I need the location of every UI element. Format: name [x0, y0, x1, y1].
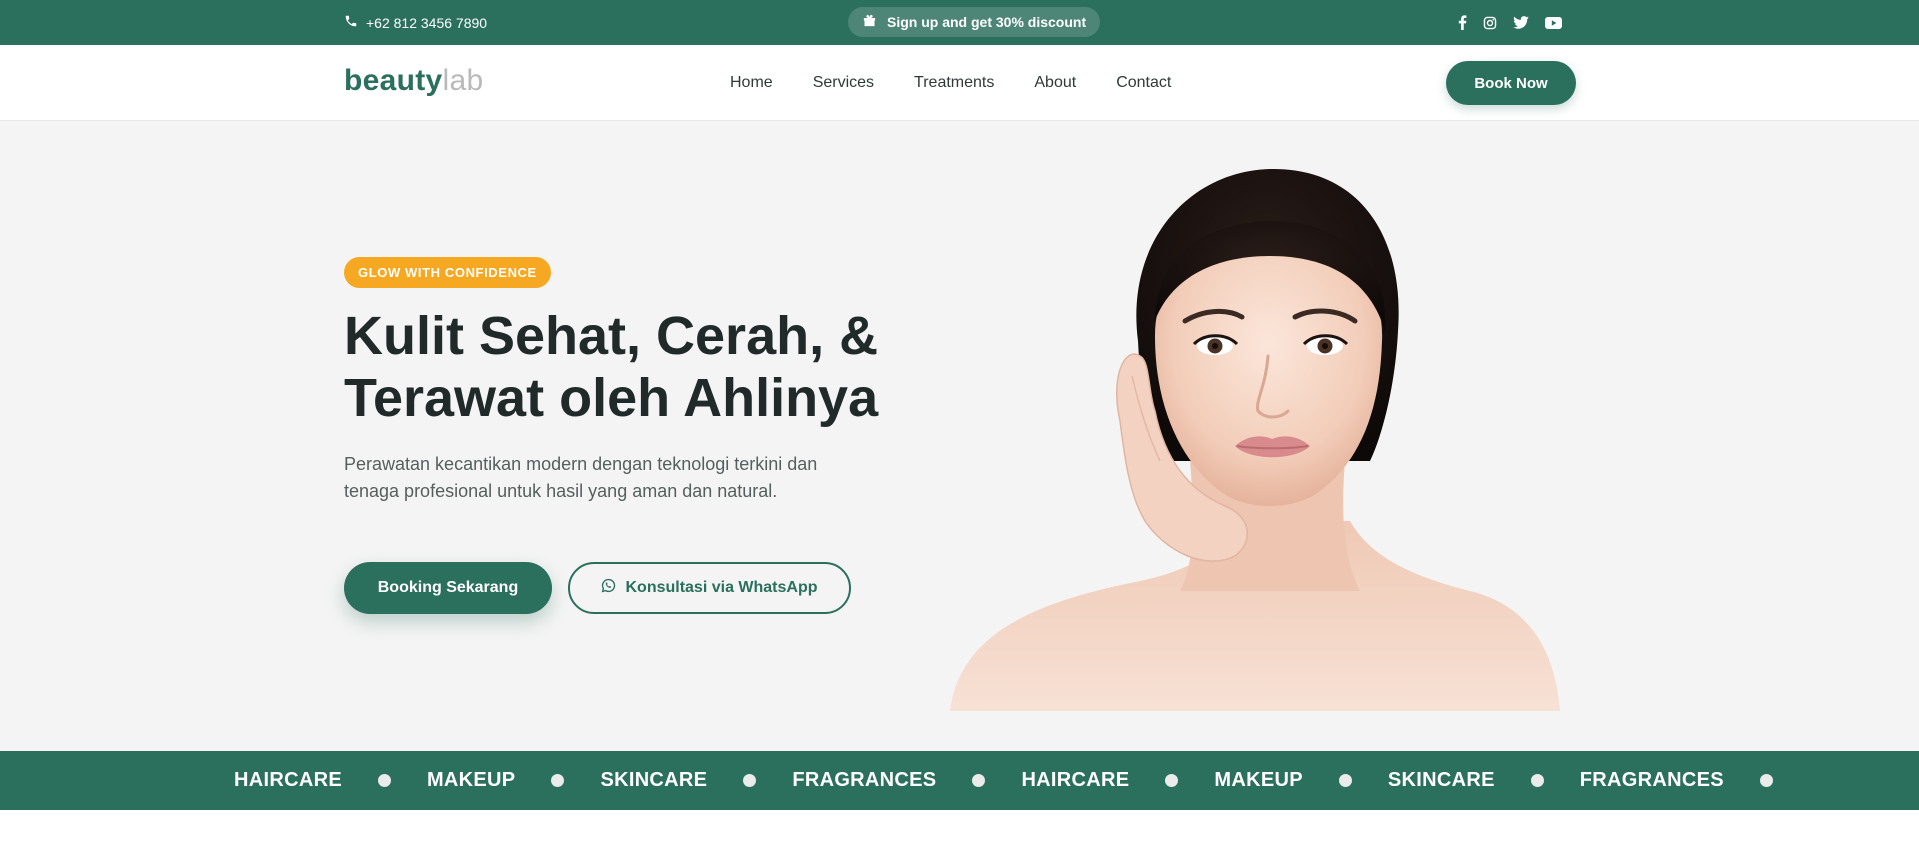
ticker-dot-icon: [743, 774, 757, 787]
ticker-label: SKINCARE: [1387, 769, 1495, 791]
instagram-icon[interactable]: [1483, 16, 1497, 30]
whatsapp-consult-button[interactable]: Konsultasi via WhatsApp: [568, 562, 851, 614]
main-nav: Home Services Treatments About Contact: [730, 45, 1171, 121]
hero-portrait-image: [950, 168, 1560, 711]
booking-button[interactable]: Booking Sekarang: [344, 562, 552, 614]
twitter-icon[interactable]: [1513, 16, 1529, 29]
hero-headline-line-1: Kulit Sehat, Cerah, &: [344, 306, 879, 366]
ticker-label: MAKEUP: [1214, 769, 1303, 791]
hero-badge: GLOW WITH CONFIDENCE: [344, 257, 551, 288]
ticker-item: MAKEUP: [427, 769, 600, 792]
ticker-label: MAKEUP: [426, 769, 516, 791]
ticker-item: SKINCARE: [600, 769, 792, 792]
book-now-button[interactable]: Book Now: [1446, 61, 1576, 105]
hero-section: GLOW WITH CONFIDENCE Kulit Sehat, Cerah,…: [0, 121, 1919, 751]
promo-banner[interactable]: Sign up and get 30% discount: [848, 7, 1101, 37]
phone-icon: [344, 14, 358, 31]
ticker-dot-icon: [1165, 774, 1179, 787]
nav-about[interactable]: About: [1034, 74, 1076, 92]
whatsapp-button-label: Konsultasi via WhatsApp: [625, 579, 818, 596]
ticker-label: FRAGRANCES: [1579, 769, 1724, 791]
ticker-item: FRAGRANCES: [1580, 769, 1809, 792]
gift-icon: [862, 13, 877, 31]
top-bar: +62 812 3456 7890 Sign up and get 30% di…: [0, 0, 1919, 45]
ticker-dot-icon: [1338, 774, 1352, 787]
ticker-item: SKINCARE: [1388, 769, 1580, 792]
ticker-label: FRAGRANCES: [792, 769, 937, 791]
nav-home[interactable]: Home: [730, 74, 773, 92]
contact-phone[interactable]: +62 812 3456 7890: [344, 0, 487, 45]
ticker-dot-icon: [1530, 774, 1544, 787]
ticker-dot-icon: [377, 774, 391, 787]
nav-treatments[interactable]: Treatments: [914, 74, 994, 92]
ticker-label: HAIRCARE: [234, 769, 342, 791]
facebook-icon[interactable]: [1458, 15, 1467, 30]
ticker-label: HAIRCARE: [1021, 769, 1130, 791]
social-links: [1458, 0, 1562, 45]
ticker-dot-icon: [972, 774, 986, 787]
ticker-item: FRAGRANCES: [792, 769, 1021, 792]
site-header: beautylab Home Services Treatments About…: [0, 45, 1919, 121]
hero-description: Perawatan kecantikan modern dengan tekno…: [344, 454, 818, 501]
ticker-label: SKINCARE: [600, 769, 708, 791]
logo-text-bold: beauty: [344, 64, 443, 97]
logo-text-light: lab: [442, 64, 484, 97]
ticker-dot-icon: [1759, 774, 1773, 787]
hero-headline: Kulit Sehat, Cerah, & Terawat oleh Ahlin…: [344, 305, 964, 429]
ticker-item: HAIRCARE: [1021, 769, 1214, 792]
whatsapp-icon: [601, 578, 616, 598]
category-ticker: HAIRCARE MAKEUP SKINCARE FRAGRANCES HAIR…: [0, 751, 1919, 810]
ticker-item: MAKEUP: [1214, 769, 1387, 792]
ticker-item: HAIRCARE: [234, 769, 427, 792]
phone-number: +62 812 3456 7890: [366, 14, 488, 31]
hero-headline-line-2: Terawat oleh Ahlinya: [344, 368, 879, 428]
nav-services[interactable]: Services: [813, 74, 874, 92]
site-logo[interactable]: beautylab: [344, 64, 483, 98]
ticker-dot-icon: [551, 774, 565, 787]
youtube-icon[interactable]: [1545, 16, 1562, 29]
ticker-track: HAIRCARE MAKEUP SKINCARE FRAGRANCES HAIR…: [234, 751, 1809, 810]
nav-contact[interactable]: Contact: [1116, 74, 1171, 92]
promo-text: Sign up and get 30% discount: [887, 14, 1087, 30]
